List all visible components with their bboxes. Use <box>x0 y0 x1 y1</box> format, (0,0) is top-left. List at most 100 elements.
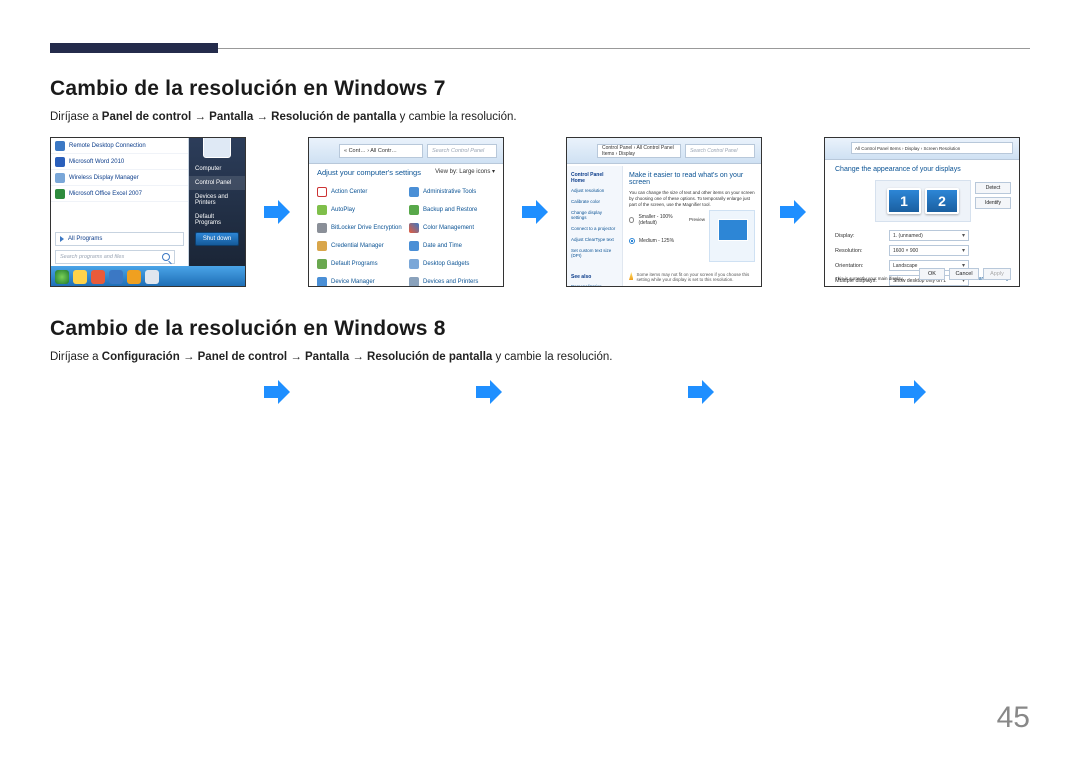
main-display-note: This is currently your main display. <box>835 276 904 281</box>
address-bar: All Control Panel Items › Display › Scre… <box>851 142 1013 154</box>
taskbar-icon <box>73 270 87 284</box>
main-title: Change the appearance of your displays <box>835 166 961 173</box>
label: Device Manager <box>331 279 375 285</box>
side-link: Change display settings <box>571 210 618 220</box>
label: BitLocker Drive Encryption <box>331 225 402 231</box>
breadcrumb: All Control Panel Items › Display › Scre… <box>855 146 960 151</box>
label: Smaller - 100% (default) <box>638 214 685 226</box>
label: Color Management <box>423 225 474 231</box>
side-item: Devices and Printers <box>189 190 245 210</box>
app-icon <box>55 157 65 167</box>
all-programs: All Programs <box>55 232 184 246</box>
value: 1. (unnamed) <box>893 233 923 239</box>
taskbar-icon <box>109 270 123 284</box>
side-link: Adjust resolution <box>571 188 618 193</box>
search-box: Search programs and files <box>55 250 175 264</box>
menu-item: Microsoft Office Excel 2007 <box>51 186 188 202</box>
side-link: Calibrate color <box>571 199 618 204</box>
search-box: Search Control Panel <box>427 144 497 158</box>
label: Action Center <box>331 189 367 195</box>
dropdown: 1600 × 900 <box>889 245 969 256</box>
text: y cambie la resolución. <box>495 351 612 363</box>
side-header: Control Panel Home <box>571 172 618 184</box>
flag-icon <box>317 187 327 197</box>
ok-button: OK <box>919 268 945 280</box>
menu-item: Wireless Display Manager <box>51 170 188 186</box>
step-arrow <box>892 377 934 407</box>
monitor-2-icon: 2 <box>925 188 959 214</box>
step-arrow <box>772 197 814 227</box>
user-avatar <box>203 137 231 158</box>
section1-instruction: Diríjase a Panel de control → Pantalla →… <box>50 111 1030 123</box>
tools-icon <box>409 187 419 197</box>
search-icon <box>162 253 170 261</box>
page-number: 45 <box>997 701 1030 735</box>
dropdown: 1. (unnamed) <box>889 230 969 241</box>
app-icon <box>55 189 65 199</box>
cp-item: Backup and Restore <box>409 202 495 218</box>
cp-item: Credential Manager <box>317 238 403 254</box>
taskbar-icon <box>127 270 141 284</box>
step-arrow <box>514 197 556 227</box>
preview-label: Preview <box>689 217 705 222</box>
label: Orientation: <box>835 263 883 269</box>
side-panel: Control Panel Home Adjust resolution Cal… <box>567 166 623 286</box>
path-panel-control: Panel de control <box>102 111 191 123</box>
value: 1600 × 900 <box>893 248 918 254</box>
label: Remote Desktop Connection <box>69 143 146 149</box>
breadcrumb: Control Panel › All Control Panel Items … <box>602 145 676 157</box>
label: AutoPlay <box>331 207 355 213</box>
see-also: See also <box>571 274 618 280</box>
taskbar-icon <box>145 270 159 284</box>
step-arrow <box>680 377 722 407</box>
text: Diríjase a <box>50 111 102 123</box>
menu-item: Microsoft Word 2010 <box>51 154 188 170</box>
form-row: Resolution: 1600 × 900 <box>835 245 1009 256</box>
label: Administrative Tools <box>423 189 476 195</box>
menu-item: Remote Desktop Connection <box>51 138 188 154</box>
win7-steps-row: Remote Desktop Connection Microsoft Word… <box>50 137 1030 287</box>
section2-instruction: Diríjase a Configuración → Panel de cont… <box>50 351 1030 363</box>
side-link: Set custom text size (DPI) <box>571 248 618 258</box>
side-link: Connect to a projector <box>571 226 618 231</box>
label: All Programs <box>68 236 102 242</box>
screenshot-display-panel: Control Panel › All Control Panel Items … <box>566 137 762 287</box>
device-icon <box>317 277 327 287</box>
path-resolucion: Resolución de pantalla <box>271 111 396 123</box>
main-description: You can change the size of text and othe… <box>629 190 755 208</box>
main-title: Make it easier to read what's on your sc… <box>629 172 755 186</box>
screenshot-control-panel: « Cont… › All Contr… Search Control Pane… <box>308 137 504 287</box>
cp-item: Default Programs <box>317 256 403 272</box>
preview-box <box>709 210 755 262</box>
label: Resolution: <box>835 248 883 254</box>
side-item: Default Programs <box>189 210 245 230</box>
warning: Some items may not fit on your screen if… <box>629 272 755 282</box>
label: Medium - 125% <box>639 238 674 244</box>
side-item: Control Panel <box>189 176 245 190</box>
step-arrow <box>256 197 298 227</box>
warning-text: Some items may not fit on your screen if… <box>636 272 755 282</box>
warning-icon <box>629 272 633 280</box>
app-icon <box>55 141 65 151</box>
label: Default Programs <box>331 261 378 267</box>
shutdown-button: Shut down <box>195 232 239 246</box>
side-link: Personalization <box>571 284 618 287</box>
win8-steps-row <box>50 377 1030 407</box>
identify-button: Identify <box>975 197 1011 209</box>
label: Display: <box>835 233 883 239</box>
label: Desktop Gadgets <box>423 261 469 267</box>
color-icon <box>409 223 419 233</box>
address-bar: « Cont… › All Contr… <box>339 144 423 158</box>
printer-icon <box>409 277 419 287</box>
breadcrumb: « Cont… › All Contr… <box>344 148 397 154</box>
label: Wireless Display Manager <box>69 175 139 181</box>
section1-title: Cambio de la resolución en Windows 7 <box>50 77 1030 101</box>
text: Diríjase a <box>50 351 102 363</box>
cp-item: Color Management <box>409 220 495 236</box>
cp-item: Desktop Gadgets <box>409 256 495 272</box>
panel-header: Adjust your computer's settings <box>317 168 421 177</box>
cp-item: Devices and Printers <box>409 274 495 287</box>
step-arrow <box>256 377 298 407</box>
text: y cambie la resolución. <box>400 111 517 123</box>
cp-item: BitLocker Drive Encryption <box>317 220 403 236</box>
